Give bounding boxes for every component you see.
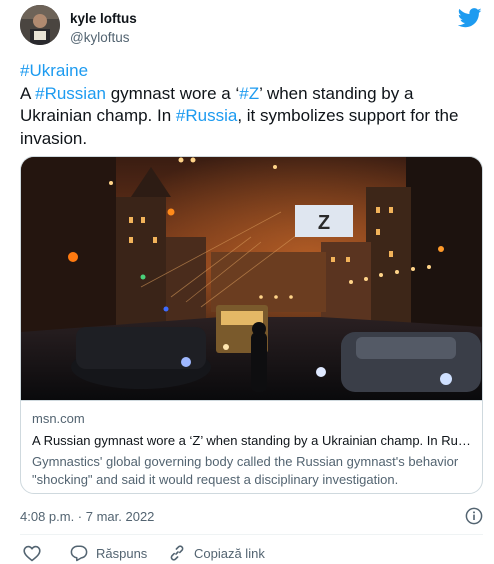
link-icon (168, 544, 186, 562)
copy-link-button[interactable]: Copiază link (168, 544, 265, 562)
author-name[interactable]: kyle loftus (70, 11, 137, 26)
card-body: msn.com A Russian gymnast wore a ‘Z’ whe… (21, 400, 482, 493)
card-image-street-scene: Z (21, 157, 482, 400)
tweet-text: #Ukraine A #Russian gymnast wore a ‘#Z’ w… (20, 60, 486, 150)
hashtag-russia[interactable]: #Russia (176, 106, 237, 125)
hashtag-ukraine[interactable]: #Ukraine (20, 61, 88, 80)
link-preview-card[interactable]: Z msn.com A Russian gymnast wore a ‘Z’ w… (20, 156, 483, 494)
tweet-timestamp[interactable]: 4:08 p.m. · 7 mar. 2022 (20, 509, 154, 524)
divider (20, 534, 483, 535)
card-title: A Russian gymnast wore a ‘Z’ when standi… (32, 433, 472, 448)
tweet-text-segment: gymnast wore a ‘ (106, 83, 240, 103)
billboard-z-text: Z (318, 212, 330, 234)
copy-link-label: Copiază link (194, 545, 265, 561)
tweet-embed: kyle loftus @kyloftus #Ukraine A #Russian… (0, 0, 494, 564)
hashtag-russian[interactable]: #Russian (35, 84, 106, 103)
reply-bubble-icon (70, 544, 88, 562)
tweet-text-segment: A (20, 83, 36, 103)
avatar[interactable] (20, 5, 60, 45)
info-icon[interactable] (465, 507, 483, 525)
heart-icon (23, 545, 41, 562)
reply-label: Răspuns (96, 545, 148, 561)
card-domain: msn.com (32, 411, 85, 426)
reply-button[interactable]: Răspuns (70, 544, 147, 562)
hashtag-z[interactable]: #Z (239, 84, 259, 103)
twitter-bird-icon[interactable] (457, 8, 482, 28)
like-button[interactable] (23, 544, 41, 562)
author-handle[interactable]: @kyloftus (70, 30, 129, 45)
card-description: Gymnastics' global governing body called… (32, 454, 459, 487)
